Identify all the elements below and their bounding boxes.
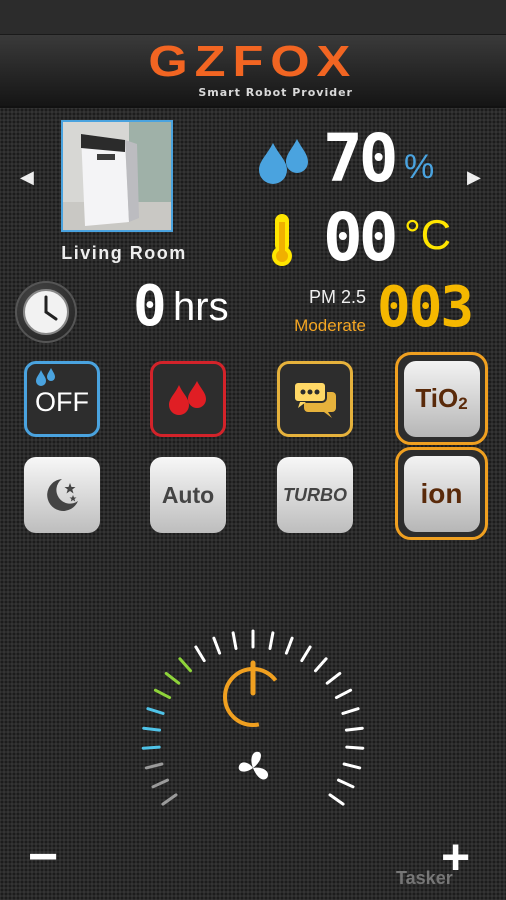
dial-tick (334, 688, 353, 700)
dial-tick (314, 657, 328, 673)
status-bar (0, 0, 506, 35)
logo-text: GZFOX (148, 37, 358, 86)
humidify-button[interactable] (150, 361, 226, 437)
dial-tick (194, 645, 206, 663)
ion-label-box: ion (403, 455, 480, 532)
humidity-icon (255, 137, 313, 192)
pm25-level: Moderate (294, 316, 366, 335)
humidity-value: 70 (323, 120, 399, 197)
message-button[interactable] (277, 361, 353, 437)
temperature-unit: °C (404, 211, 452, 258)
red-water-drops-icon (169, 381, 206, 415)
dial-tick (342, 762, 362, 770)
timer-clock-button[interactable] (15, 281, 77, 343)
tio2-subscript: 2 (458, 393, 468, 413)
thermometer-icon (266, 212, 298, 273)
dial-tick (153, 688, 172, 700)
next-room-arrow-icon[interactable]: ▶ (467, 167, 481, 188)
dial-tick (337, 778, 355, 789)
dial-tick (300, 645, 312, 663)
prev-room-arrow-icon[interactable]: ◀ (20, 167, 34, 188)
ion-label: ion (420, 477, 463, 509)
dial-tick (231, 631, 238, 650)
auto-mode-button[interactable]: Auto (150, 457, 226, 533)
decrease-speed-button[interactable]: − (28, 831, 58, 883)
off-label: OFF (35, 386, 89, 417)
turbo-mode-button[interactable]: TURBO (277, 457, 353, 533)
clock-icon (23, 289, 69, 335)
dial-tick (341, 707, 360, 715)
dial-tick (142, 726, 162, 732)
dial-tick (151, 778, 169, 789)
dial-tick (328, 793, 345, 806)
room-label: Living Room (61, 243, 187, 263)
sleep-mode-button[interactable] (24, 457, 100, 533)
dial-tick (212, 636, 222, 655)
dial-tick (144, 762, 164, 770)
fan-speed-dial[interactable] (133, 621, 373, 821)
brand-logo: GZFOX (0, 40, 506, 84)
dial-tick (178, 657, 192, 673)
pm25-label: PM 2.5 (308, 287, 366, 307)
dial-tick (141, 745, 161, 750)
tio2-label-box: TiO 2 (403, 360, 480, 437)
turbo-label: TURBO (283, 484, 347, 505)
timer-value: 0 (133, 274, 167, 339)
water-drops-icon (36, 368, 55, 386)
dial-tick (268, 631, 275, 650)
tasker-watermark: Tasker (396, 868, 453, 888)
temperature-value: 00 (323, 199, 399, 276)
humidity-unit: % (404, 148, 435, 186)
auto-label: Auto (161, 481, 215, 508)
pm25-value: 003 (377, 275, 474, 340)
dial-tick (161, 793, 178, 806)
fan-speed-gauge[interactable] (133, 621, 373, 821)
fan-icon (238, 751, 269, 780)
dial-tick (344, 726, 364, 732)
timer-unit: hrs (173, 285, 229, 329)
ion-button[interactable]: ion (395, 447, 488, 540)
moon-stars-icon (47, 479, 78, 511)
chat-bubbles-icon (293, 381, 336, 418)
logo-tagline: Smart Robot Provider (198, 86, 353, 99)
humidifier-off-button[interactable]: OFF (24, 361, 100, 437)
tio2-button[interactable]: TiO 2 (395, 352, 488, 445)
dial-tick (284, 636, 294, 655)
room-device-photo[interactable] (61, 120, 173, 232)
dial-tick (345, 745, 365, 750)
dial-tick (146, 707, 165, 715)
dial-tick (325, 671, 342, 685)
tio2-label: TiO (415, 383, 459, 413)
dial-tick (164, 671, 181, 685)
